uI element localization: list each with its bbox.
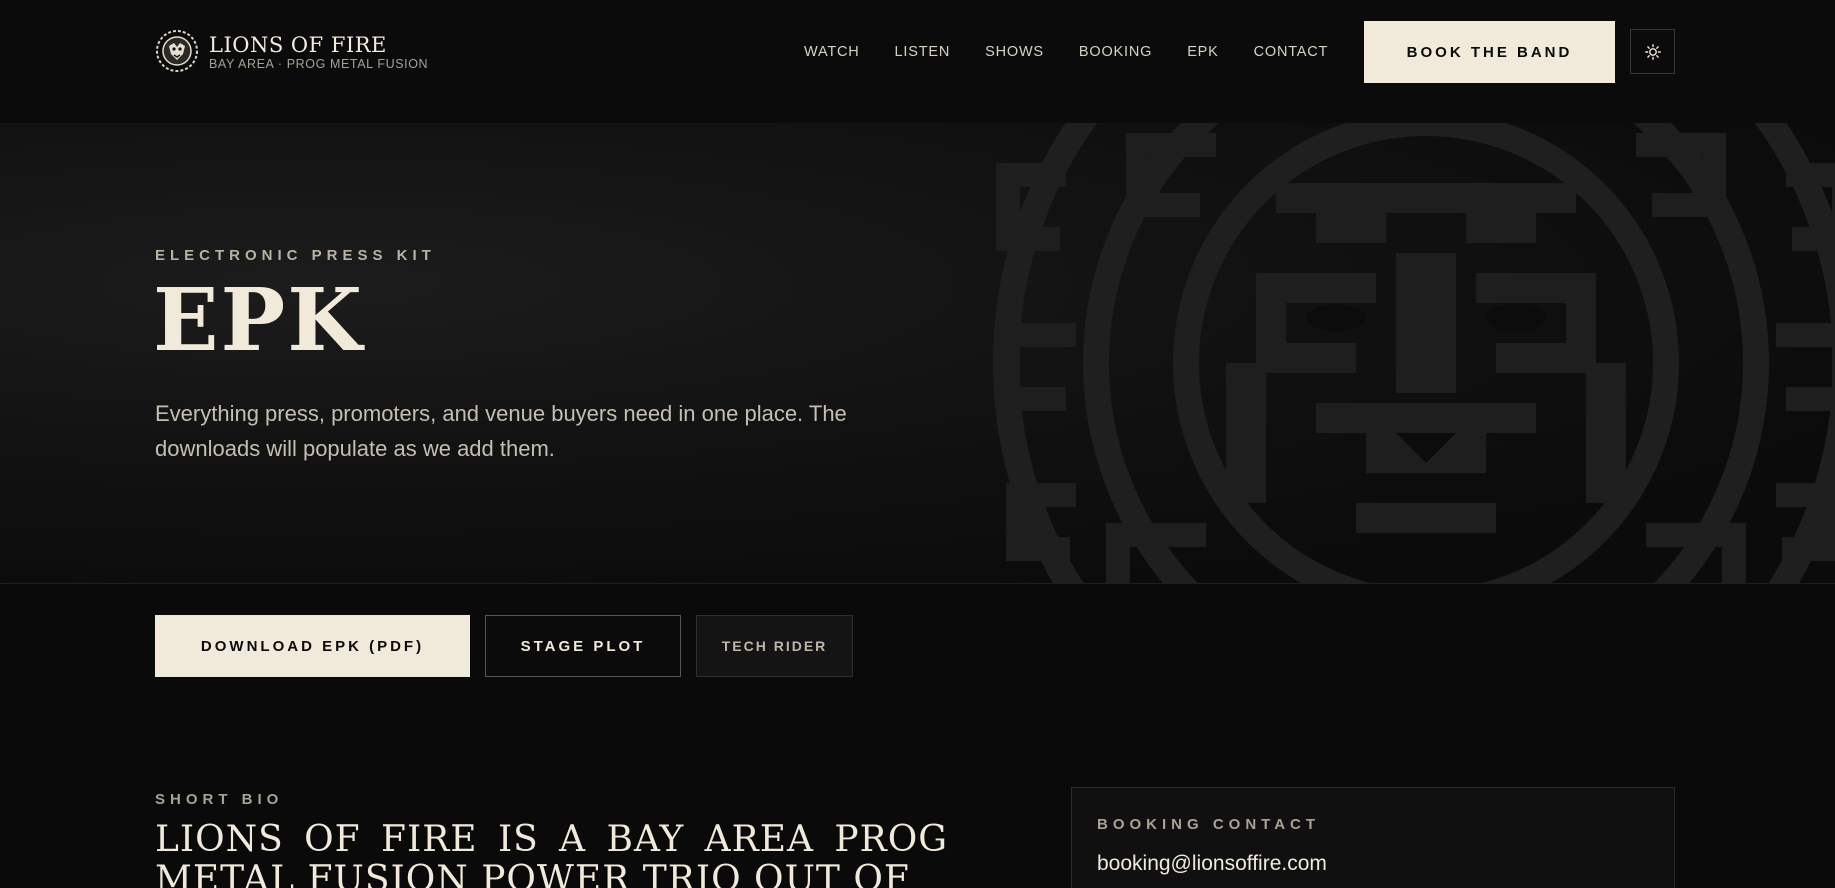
brand-tagline: BAY AREA · PROG METAL FUSION [209, 56, 429, 71]
brand-name: LIONS OF FIRE [209, 32, 387, 57]
sun-icon [1644, 43, 1661, 60]
booking-email-link[interactable]: booking@lionsoffire.com [1097, 852, 1327, 876]
lion-emblem-background [993, 123, 1835, 583]
stage-plot-button[interactable]: STAGE PLOT [485, 615, 681, 677]
nav-shows[interactable]: SHOWS [985, 43, 1044, 61]
hero-section: ELECTRONIC PRESS KIT EPK Everything pres… [0, 123, 1835, 584]
booking-contact-card: BOOKING CONTACT booking@lionsoffire.com [1071, 787, 1675, 888]
hero-description: Everything press, promoters, and venue b… [155, 401, 847, 461]
download-actions: DOWNLOAD EPK (PDF) STAGE PLOT TECH RIDER [155, 615, 853, 677]
booking-contact-label: BOOKING CONTACT [1097, 816, 1321, 833]
nav-epk[interactable]: EPK [1187, 43, 1218, 61]
nav-booking[interactable]: BOOKING [1079, 43, 1152, 61]
nav-listen[interactable]: LISTEN [895, 43, 951, 61]
theme-toggle-button[interactable] [1630, 29, 1675, 74]
hero-eyebrow: ELECTRONIC PRESS KIT [155, 247, 436, 264]
page-title: EPK [153, 270, 364, 371]
tech-rider-button[interactable]: TECH RIDER [696, 615, 853, 677]
lion-logo-icon [156, 30, 198, 72]
short-bio-text: Lions of Fire is a Bay Area prog metal f… [155, 819, 948, 888]
nav-watch[interactable]: WATCH [804, 43, 860, 61]
nav-contact[interactable]: CONTACT [1254, 43, 1329, 61]
brand[interactable]: LIONS OF FIRE BAY AREA · PROG METAL FUSI… [155, 28, 428, 74]
site-header: LIONS OF FIRE BAY AREA · PROG METAL FUSI… [0, 0, 1835, 123]
download-epk-button[interactable]: DOWNLOAD EPK (PDF) [155, 615, 470, 677]
book-the-band-button[interactable]: BOOK THE BAND [1364, 21, 1615, 83]
short-bio-label: SHORT BIO [155, 791, 284, 808]
main-nav: WATCH LISTEN SHOWS BOOKING EPK CONTACT [804, 43, 1363, 61]
